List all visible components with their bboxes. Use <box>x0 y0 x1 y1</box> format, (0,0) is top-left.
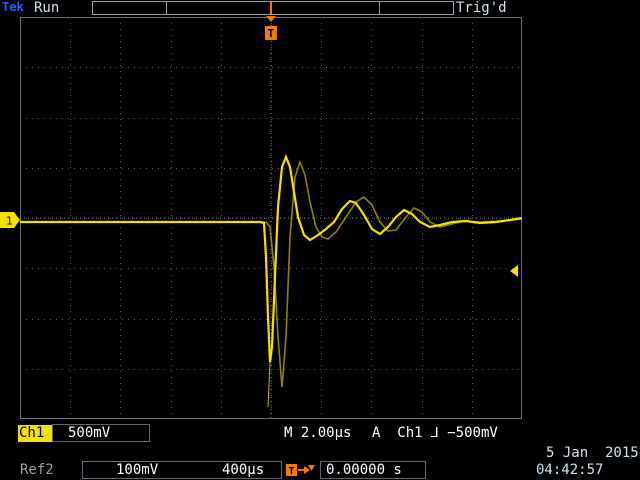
ch1-marker-label: 1 <box>6 215 13 228</box>
trigger-status: Trig'd <box>456 0 507 16</box>
trigger-level-icon[interactable] <box>510 265 520 277</box>
waveform-trace <box>20 154 522 363</box>
ch1-scale[interactable]: 500mV <box>68 425 110 441</box>
ref2-volts: 100mV <box>116 462 159 478</box>
delay-value[interactable]: 0.00000 s <box>326 462 402 478</box>
trigger-delay-icon[interactable]: T <box>286 462 316 478</box>
ref2-label[interactable]: Ref2 <box>20 462 54 478</box>
trigger-edge-glitch <box>267 361 271 408</box>
trigger-position-marker[interactable]: T <box>264 16 278 42</box>
waveform-display[interactable] <box>20 17 522 419</box>
trigger-position-tick <box>270 2 272 14</box>
time-readout: 04:42:57 <box>536 462 604 478</box>
date-readout: 5 Jan 2015 <box>546 445 639 461</box>
ch1-label[interactable]: Ch1 <box>18 425 52 442</box>
svg-text:T: T <box>289 466 295 477</box>
ch1-ground-marker[interactable]: 1 <box>0 212 20 228</box>
record-view-window <box>166 1 380 15</box>
ref2-time: 400µs <box>222 462 265 478</box>
timebase-readout[interactable]: M 2.00µs <box>284 425 351 441</box>
brand-logo: Tek <box>2 0 24 14</box>
run-status[interactable]: Run <box>34 0 59 16</box>
trigger-readout[interactable]: A Ch1 ⅃ −500mV <box>372 425 498 441</box>
trigger-marker-label: T <box>268 27 275 40</box>
